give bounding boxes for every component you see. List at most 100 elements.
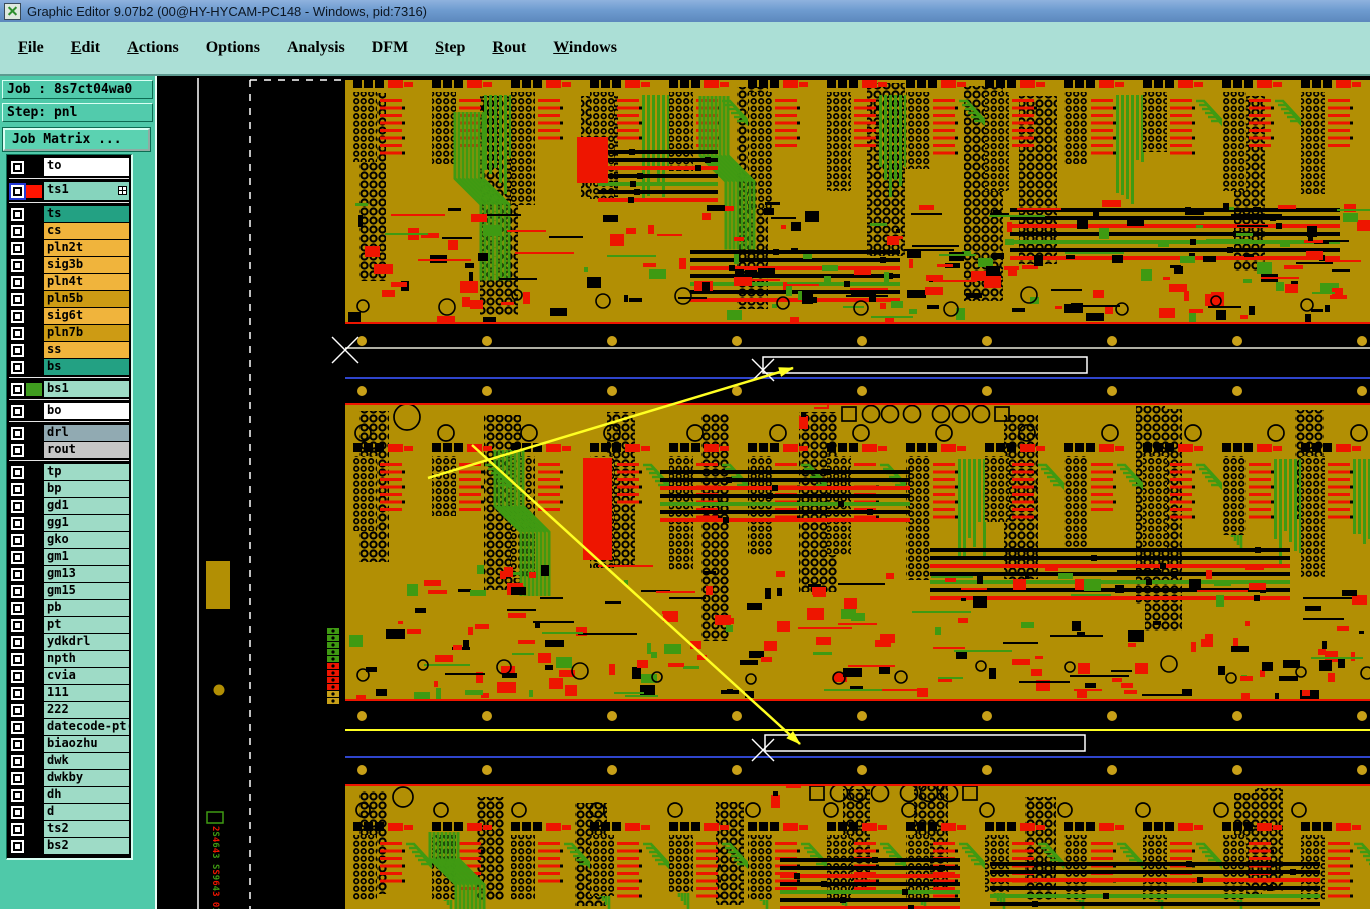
layer-name-datecode-pt([interactable]: datecode-pt( [44,719,129,735]
layer-checkbox-dwk[interactable] [11,754,24,768]
layer-row-dwk[interactable]: dwk [9,753,129,769]
layer-row-bs[interactable]: bs [9,359,129,375]
layer-row-gm15[interactable]: gm15 [9,583,129,599]
menu-actions[interactable]: Actions [127,39,179,57]
layer-row-pt[interactable]: pt [9,617,129,633]
layer-name-pt[interactable]: pt [44,617,129,633]
layer-name-dwkby[interactable]: dwkby [44,770,129,786]
layer-color-swatch[interactable] [26,241,42,255]
layer-checkbox-bo[interactable] [11,404,24,418]
layer-color-swatch[interactable] [26,224,42,238]
layer-color-swatch[interactable] [26,669,42,683]
layer-row-ts1[interactable]: ts1 [9,182,129,200]
layer-name-pln5b[interactable]: pln5b [44,291,129,307]
layer-row-bs2[interactable]: bs2 [9,838,129,854]
layer-checkbox-ydkdrl[interactable] [11,635,24,649]
layer-checkbox-sig6t[interactable] [11,309,24,323]
layer-color-swatch[interactable] [26,426,42,440]
layer-name-pln2t[interactable]: pln2t [44,240,129,256]
layer-color-swatch[interactable] [26,822,42,836]
layer-row-biaozhu[interactable]: biaozhu [9,736,129,752]
layer-name-bp[interactable]: bp [44,481,129,497]
layer-name-cs[interactable]: cs [44,223,129,239]
layer-row-sig3b[interactable]: sig3b [9,257,129,273]
layer-checkbox-to[interactable] [11,160,24,174]
layer-checkbox-gm13[interactable] [11,567,24,581]
layer-checkbox-rout[interactable] [11,443,24,457]
layer-checkbox-pb[interactable] [11,601,24,615]
layer-color-swatch[interactable] [26,754,42,768]
layer-color-swatch[interactable] [26,404,42,418]
layer-color-swatch[interactable] [26,207,42,221]
menu-file[interactable]: File [18,39,44,57]
layer-checkbox-111[interactable] [11,686,24,700]
layer-row-bo[interactable]: bo [9,403,129,419]
layer-color-swatch[interactable] [26,326,42,340]
layer-color-swatch[interactable] [26,482,42,496]
layer-row-datecode-pt([interactable]: datecode-pt( [9,719,129,735]
layer-checkbox-drl[interactable] [11,426,24,440]
layer-checkbox-gg1[interactable] [11,516,24,530]
layer-name-pb[interactable]: pb [44,600,129,616]
layer-row-tp[interactable]: tp [9,464,129,480]
menu-rout[interactable]: Rout [492,39,526,57]
layer-color-swatch[interactable] [26,258,42,272]
layer-checkbox-222[interactable] [11,703,24,717]
layer-row-rout[interactable]: rout [9,442,129,458]
layer-name-gm1[interactable]: gm1 [44,549,129,565]
layer-color-swatch[interactable] [26,601,42,615]
layer-checkbox-bp[interactable] [11,482,24,496]
layer-checkbox-cvia[interactable] [11,669,24,683]
layer-name-111[interactable]: 111 [44,685,129,701]
layer-color-swatch[interactable] [26,635,42,649]
layer-color-swatch[interactable] [26,771,42,785]
layer-name-gm15[interactable]: gm15 [44,583,129,599]
layer-checkbox-gm1[interactable] [11,550,24,564]
layer-color-swatch[interactable] [26,584,42,598]
layer-checkbox-ts2[interactable] [11,822,24,836]
layer-name-d[interactable]: d [44,804,129,820]
layer-checkbox-sig3b[interactable] [11,258,24,272]
layer-checkbox-bs[interactable] [11,360,24,374]
layer-checkbox-tp[interactable] [11,465,24,479]
layer-checkbox-npth[interactable] [11,652,24,666]
layer-row-cs[interactable]: cs [9,223,129,239]
layer-checkbox-pt[interactable] [11,618,24,632]
layer-name-ts[interactable]: ts [44,206,129,222]
layer-row-npth[interactable]: npth [9,651,129,667]
layer-row-bs1[interactable]: bs1 [9,381,129,397]
layer-row-gd1[interactable]: gd1 [9,498,129,514]
layer-name-gd1[interactable]: gd1 [44,498,129,514]
layer-row-gm13[interactable]: gm13 [9,566,129,582]
layer-color-swatch[interactable] [26,343,42,357]
layer-checkbox-pln7b[interactable] [11,326,24,340]
layer-row-gm1[interactable]: gm1 [9,549,129,565]
layer-color-swatch[interactable] [26,360,42,374]
layer-row-ts2[interactable]: ts2 [9,821,129,837]
layer-color-swatch[interactable] [26,516,42,530]
layer-row-gg1[interactable]: gg1 [9,515,129,531]
layer-color-swatch[interactable] [26,567,42,581]
layer-row-dh[interactable]: dh [9,787,129,803]
layer-name-sig3b[interactable]: sig3b [44,257,129,273]
layer-color-swatch[interactable] [26,720,42,734]
layer-name-bs[interactable]: bs [44,359,129,375]
layer-name-drl[interactable]: drl [44,425,129,441]
title-bar[interactable]: Graphic Editor 9.07b2 (00@HY-HYCAM-PC148… [0,0,1370,23]
layer-name-bs2[interactable]: bs2 [44,838,129,854]
layer-name-rout[interactable]: rout [44,442,129,458]
layer-row-pln4t[interactable]: pln4t [9,274,129,290]
layer-name-npth[interactable]: npth [44,651,129,667]
layer-row-pln7b[interactable]: pln7b [9,325,129,341]
layer-color-swatch[interactable] [26,788,42,802]
layer-name-pln4t[interactable]: pln4t [44,274,129,290]
layer-name-222[interactable]: 222 [44,702,129,718]
layer-row-ydkdrl[interactable]: ydkdrl [9,634,129,650]
layer-color-swatch[interactable] [26,737,42,751]
layer-name-pln7b[interactable]: pln7b [44,325,129,341]
layer-row-bp[interactable]: bp [9,481,129,497]
layer-color-swatch[interactable] [26,465,42,479]
layer-color-swatch[interactable] [26,839,42,853]
layer-row-gko[interactable]: gko [9,532,129,548]
layer-checkbox-bs1[interactable] [11,382,24,396]
